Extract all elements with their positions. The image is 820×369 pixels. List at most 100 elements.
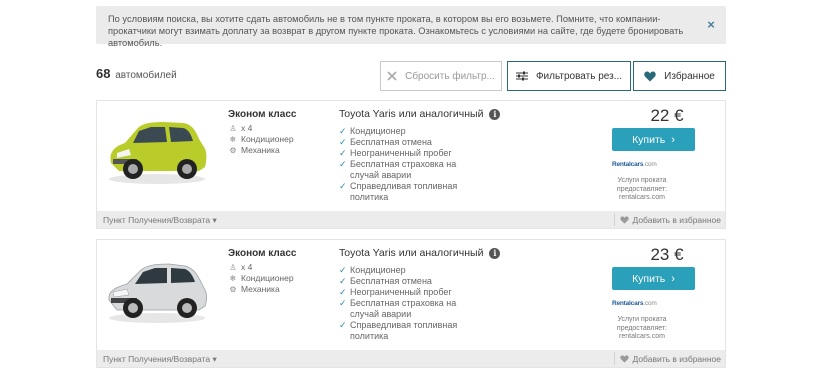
provider-logo-text: Rentalcars bbox=[612, 300, 644, 307]
feature-label: Бесплатная страховка на случай аварии bbox=[350, 159, 457, 180]
feature-label: Кондиционер bbox=[350, 265, 406, 275]
ac-value: Кондиционер bbox=[241, 273, 294, 283]
gearbox-icon: ⚙ bbox=[229, 284, 237, 294]
seats-value: x 4 bbox=[241, 123, 253, 133]
favorites-button[interactable]: Избранное bbox=[633, 61, 726, 91]
feature-item: ✓ Неограниченный пробег bbox=[339, 287, 469, 298]
sliders-icon bbox=[515, 71, 528, 81]
chevron-right-icon: › bbox=[671, 272, 675, 285]
car-model: Toyota Yaris или аналогичный i bbox=[339, 108, 501, 120]
reset-filters-button[interactable]: Сбросить фильтр... bbox=[380, 61, 502, 91]
divider bbox=[614, 213, 615, 226]
check-icon: ✓ bbox=[339, 287, 347, 297]
buy-button[interactable]: Купить › bbox=[612, 128, 695, 151]
pickup-label: Пункт Получения/Возврата bbox=[103, 354, 211, 364]
check-icon: ✓ bbox=[339, 148, 347, 158]
ac-spec: ❄ Кондиционер bbox=[228, 273, 294, 283]
check-icon: ✓ bbox=[339, 159, 347, 169]
reset-filters-label: Сбросить фильтр... bbox=[405, 70, 495, 82]
snowflake-icon: ❄ bbox=[229, 273, 237, 283]
caret-down-icon: ▾ bbox=[212, 354, 217, 364]
transmission-spec: ⚙ Механика bbox=[228, 284, 280, 294]
car-model: Toyota Yaris или аналогичный i bbox=[339, 247, 501, 259]
provided-by: Услуги проката предоставляет: rentalcars… bbox=[616, 177, 668, 201]
heart-icon bbox=[620, 216, 630, 224]
filter-results-button[interactable]: Фильтровать рез... bbox=[507, 61, 631, 91]
feature-label: Неограниченный пробег bbox=[350, 287, 452, 297]
heart-icon bbox=[644, 71, 656, 82]
feature-item: ✓ Справедливая топливная политика bbox=[339, 181, 469, 203]
check-icon: ✓ bbox=[339, 276, 347, 286]
price: 23 € bbox=[650, 245, 684, 264]
info-icon[interactable]: i bbox=[489, 247, 501, 259]
provider-logo-suffix: .com bbox=[643, 161, 657, 168]
info-icon[interactable]: i bbox=[489, 108, 501, 120]
notice-text: По условиям поиска, вы хотите сдать авто… bbox=[108, 14, 684, 48]
results-count: 68 автомобилей bbox=[96, 66, 177, 81]
feature-label: Неограниченный пробег bbox=[350, 148, 452, 158]
buy-label: Купить bbox=[632, 272, 666, 285]
check-icon: ✓ bbox=[339, 320, 347, 330]
person-icon: ♙ bbox=[229, 262, 237, 272]
car-model-name: Toyota Yaris или аналогичный bbox=[339, 247, 484, 259]
person-icon: ♙ bbox=[229, 123, 237, 133]
buy-button[interactable]: Купить › bbox=[612, 267, 695, 290]
filter-results-label: Фильтровать рез... bbox=[535, 70, 623, 82]
transmission-spec: ⚙ Механика bbox=[228, 145, 279, 155]
feature-item: ✓ Бесплатная страховка на случай аварии bbox=[339, 159, 469, 181]
feature-list: ✓ Кондиционер ✓ Бесплатная отмена ✓ Неогран… bbox=[339, 265, 469, 342]
feature-label: Бесплатная отмена bbox=[350, 276, 432, 286]
add-to-favorites-label: Добавить в избранное bbox=[632, 354, 721, 364]
results-count-label: автомобилей bbox=[115, 70, 177, 81]
favorites-label: Избранное bbox=[664, 70, 715, 82]
close-icon[interactable]: × bbox=[704, 18, 718, 32]
pickup-label: Пункт Получения/Возврата bbox=[103, 215, 211, 225]
car-image[interactable] bbox=[103, 109, 211, 189]
feature-item: ✓ Справедливая топливная политика bbox=[339, 320, 469, 342]
feature-item: ✓ Бесплатная страховка на случай аварии bbox=[339, 298, 469, 320]
seats-spec: ♙ x 4 bbox=[228, 123, 252, 133]
feature-item: ✓ Бесплатная отмена bbox=[339, 276, 469, 287]
feature-item: ✓ Кондиционер bbox=[339, 265, 469, 276]
car-card: Эконом класс ♙ x 4 ❄ Кондиционер ⚙ Механика… bbox=[96, 239, 726, 368]
buy-label: Купить bbox=[632, 133, 666, 146]
feature-item: ✓ Кондиционер bbox=[339, 126, 469, 137]
car-model-name: Toyota Yaris или аналогичный bbox=[339, 108, 484, 120]
seats-spec: ♙ x 4 bbox=[228, 262, 252, 272]
feature-list: ✓ Кондиционер ✓ Бесплатная отмена ✓ Неогран… bbox=[339, 126, 469, 203]
pickup-return-toggle[interactable]: Пункт Получения/Возврата ▾ bbox=[103, 215, 217, 226]
feature-label: Справедливая топливная политика bbox=[350, 181, 458, 202]
check-icon: ✓ bbox=[339, 137, 347, 147]
add-to-favorites[interactable]: Добавить в избранное bbox=[620, 354, 721, 364]
feature-label: Справедливая топливная политика bbox=[350, 320, 458, 341]
feature-item: ✓ Неограниченный пробег bbox=[339, 148, 469, 159]
check-icon: ✓ bbox=[339, 265, 347, 275]
gearbox-icon: ⚙ bbox=[229, 145, 237, 155]
snowflake-icon: ❄ bbox=[229, 134, 237, 144]
ac-spec: ❄ Кондиционер bbox=[228, 134, 294, 144]
check-icon: ✓ bbox=[339, 298, 347, 308]
search-notice: По условиям поиска, вы хотите сдать авто… bbox=[96, 6, 726, 48]
price: 22 € bbox=[650, 106, 684, 125]
car-class: Эконом класс bbox=[228, 248, 297, 259]
pickup-return-toggle[interactable]: Пункт Получения/Возврата ▾ bbox=[103, 354, 217, 365]
transmission-value: Механика bbox=[241, 284, 280, 294]
heart-icon bbox=[620, 355, 630, 363]
feature-label: Бесплатная страховка на случай аварии bbox=[350, 298, 457, 319]
car-card: Эконом класс ♙ x 4 ❄ Кондиционер ⚙ Механика… bbox=[96, 100, 726, 229]
add-to-favorites-label: Добавить в избранное bbox=[632, 215, 721, 225]
provider-logo: Rentalcars.com bbox=[612, 300, 657, 307]
chevron-right-icon: › bbox=[671, 133, 675, 146]
divider bbox=[614, 352, 615, 365]
add-to-favorites[interactable]: Добавить в избранное bbox=[620, 215, 721, 225]
check-icon: ✓ bbox=[339, 181, 347, 191]
car-image[interactable] bbox=[103, 248, 211, 328]
card-footer: Пункт Получения/Возврата ▾ Добавить в из… bbox=[97, 350, 725, 367]
seats-value: x 4 bbox=[241, 262, 253, 272]
provider-logo-suffix: .com bbox=[643, 300, 657, 307]
card-footer: Пункт Получения/Возврата ▾ Добавить в из… bbox=[97, 211, 725, 228]
feature-item: ✓ Бесплатная отмена bbox=[339, 137, 469, 148]
provider-logo-text: Rentalcars bbox=[612, 161, 644, 168]
provider-logo: Rentalcars.com bbox=[612, 161, 657, 168]
ac-value: Кондиционер bbox=[241, 134, 294, 144]
